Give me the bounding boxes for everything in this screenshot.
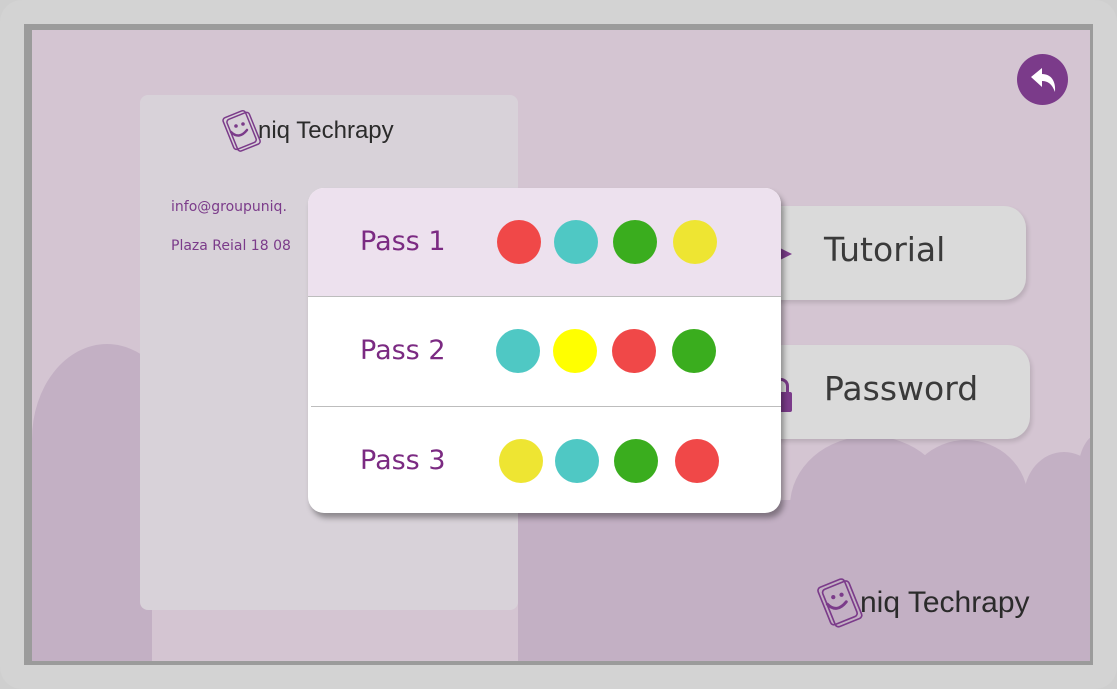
- pass-label: Pass 2: [360, 335, 446, 366]
- color-dot: [554, 220, 598, 264]
- email-text[interactable]: info@groupuniq.: [171, 199, 287, 215]
- color-dot: [612, 329, 656, 373]
- pass-row-2[interactable]: Pass 2: [308, 297, 781, 405]
- card-brand-text: niq Techrapy: [258, 117, 394, 144]
- pass-label: Pass 1: [360, 226, 446, 257]
- color-dot: [496, 329, 540, 373]
- color-dot: [613, 220, 657, 264]
- background-blob: [518, 505, 818, 661]
- address-text: Plaza Reial 18 08: [171, 238, 291, 254]
- password-label: Password: [824, 369, 979, 408]
- tutorial-label: Tutorial: [824, 230, 946, 269]
- color-dot: [553, 329, 597, 373]
- pass-row-3[interactable]: Pass 3: [308, 407, 781, 513]
- color-dot: [675, 439, 719, 483]
- color-dot: [614, 439, 658, 483]
- color-dot: [672, 329, 716, 373]
- card-logo: niq Techrapy: [218, 107, 394, 155]
- color-dot: [555, 439, 599, 483]
- pass-row-1[interactable]: Pass 1: [308, 188, 781, 296]
- bottom-brand-text: niq Techrapy: [860, 586, 1030, 619]
- color-dot: [673, 220, 717, 264]
- uniq-logo-icon: [817, 578, 863, 628]
- background-blob: [32, 440, 152, 661]
- color-dot: [497, 220, 541, 264]
- play-icon: [780, 248, 792, 260]
- undo-arrow-icon: [1030, 67, 1055, 92]
- uniq-logo-icon: [222, 109, 261, 152]
- color-dot: [499, 439, 543, 483]
- pass-selection-popup: Pass 1 Pass 2 Pass 3: [308, 188, 781, 513]
- bottom-logo: niq Techrapy: [812, 570, 1030, 636]
- back-button[interactable]: [1017, 54, 1068, 105]
- pass-label: Pass 3: [360, 445, 446, 476]
